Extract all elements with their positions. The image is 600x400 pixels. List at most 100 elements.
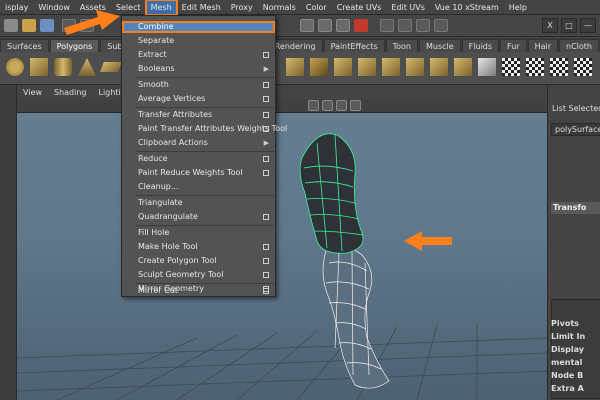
tab-toon[interactable]: Toon [385, 39, 418, 52]
menu-item-clipboard-actions[interactable]: Clipboard Actions ▶ [122, 137, 275, 149]
display-section[interactable]: Display [551, 344, 600, 356]
menu-display[interactable]: isplay [0, 0, 33, 15]
bridge-shelf-icon[interactable] [406, 58, 424, 76]
separate-shelf-icon[interactable] [310, 58, 328, 76]
combine-shelf-icon[interactable] [286, 58, 304, 76]
transform-section-header[interactable]: Transfo [551, 202, 600, 214]
menu-item-paint-transfer-weights[interactable]: Paint Transfer Attributes Weights Tool [122, 123, 287, 135]
option-box-icon[interactable] [263, 52, 269, 58]
minimize-icon[interactable]: — [580, 18, 596, 33]
open-scene-icon[interactable] [22, 19, 36, 32]
perspective-viewport[interactable] [17, 113, 547, 400]
option-box-icon[interactable] [263, 244, 269, 250]
menu-item-transfer-attributes[interactable]: Transfer Attributes [122, 109, 275, 121]
smooth-shelf-icon[interactable] [358, 58, 376, 76]
menu-item-reduce[interactable]: Reduce [122, 153, 275, 165]
menu-item-quadrangulate[interactable]: Quadrangulate [122, 211, 275, 223]
tab-painteffects[interactable]: PaintEffects [323, 39, 385, 52]
option-box-icon[interactable] [263, 258, 269, 264]
snap-curve-icon[interactable] [318, 19, 332, 32]
menu-edit-mesh[interactable]: Edit Mesh [177, 0, 226, 15]
menu-proxy[interactable]: Proxy [226, 0, 258, 15]
menu-item-sculpt-geometry-tool[interactable]: Sculpt Geometry Tool [122, 269, 275, 281]
menu-item-triangulate[interactable]: Triangulate [122, 197, 275, 209]
cylindrical-mapping-icon[interactable] [550, 58, 568, 76]
menu-item-smooth[interactable]: Smooth [122, 79, 275, 91]
menu-mesh[interactable]: Mesh [144, 0, 178, 16]
tab-muscle[interactable]: Muscle [418, 39, 461, 52]
menu-color[interactable]: Color [301, 0, 332, 15]
render-current-frame-icon[interactable] [398, 19, 412, 32]
node-behavior-section[interactable]: Node B [551, 370, 600, 382]
node-name-field[interactable]: polySurface1 [551, 123, 600, 136]
panel-menu-view[interactable]: View [17, 88, 48, 97]
tab-surfaces[interactable]: Surfaces [0, 39, 49, 52]
menu-item-make-hole-tool[interactable]: Make Hole Tool [122, 241, 275, 253]
history-icon[interactable] [380, 19, 394, 32]
split-polygon-icon[interactable] [454, 58, 472, 76]
channel-box-menu[interactable]: List Selected [552, 104, 600, 113]
tab-ncloth[interactable]: nCloth [559, 39, 599, 52]
extrude-shelf-icon[interactable] [382, 58, 400, 76]
poly-cone-icon[interactable] [78, 58, 96, 76]
menu-item-extract[interactable]: Extract [122, 49, 275, 61]
menu-vue-xstream[interactable]: Vue 10 xStream [430, 0, 504, 15]
menu-item-fill-hole[interactable]: Fill Hole [122, 227, 275, 239]
menu-item-cleanup[interactable]: Cleanup... [122, 181, 275, 193]
menu-help[interactable]: Help [504, 0, 532, 15]
wireframe-mode-icon[interactable] [322, 100, 333, 111]
option-box-icon[interactable] [263, 126, 269, 132]
new-scene-icon[interactable] [4, 19, 18, 32]
snap-point-icon[interactable] [336, 19, 350, 32]
mental-ray-section[interactable]: mental [551, 357, 600, 369]
option-box-icon[interactable] [263, 170, 269, 176]
checker-uv-icon[interactable] [502, 58, 520, 76]
extract-shelf-icon[interactable] [334, 58, 352, 76]
save-scene-icon[interactable] [40, 19, 54, 32]
xray-mode-icon[interactable] [336, 100, 347, 111]
spherical-mapping-icon[interactable] [574, 58, 592, 76]
menu-item-separate[interactable]: Separate [122, 35, 275, 47]
tab-hair[interactable]: Hair [527, 39, 559, 52]
planar-mapping-icon[interactable] [526, 58, 544, 76]
poly-cylinder-icon[interactable] [54, 58, 72, 76]
option-box-icon[interactable] [263, 82, 269, 88]
option-box-icon[interactable] [263, 156, 269, 162]
option-box-icon[interactable] [263, 112, 269, 118]
menu-item-create-polygon-tool[interactable]: Create Polygon Tool [122, 255, 275, 267]
append-polygon-icon[interactable] [430, 58, 448, 76]
option-box-icon[interactable] [263, 96, 269, 102]
ipr-render-icon[interactable] [416, 19, 430, 32]
poly-plane-icon[interactable] [100, 62, 122, 72]
menu-item-average-vertices[interactable]: Average Vertices [122, 93, 275, 105]
option-box-icon[interactable] [263, 286, 269, 292]
extra-attributes-section[interactable]: Extra A [551, 383, 600, 395]
menu-create-uvs[interactable]: Create UVs [332, 0, 387, 15]
menu-edit-uvs[interactable]: Edit UVs [386, 0, 430, 15]
render-settings-icon[interactable] [434, 19, 448, 32]
option-box-icon[interactable] [263, 214, 269, 220]
isolate-select-icon[interactable] [350, 100, 361, 111]
menu-item-booleans-label: Booleans [138, 64, 175, 73]
limit-info-section[interactable]: Limit In [551, 331, 600, 343]
pivots-section[interactable]: Pivots [551, 318, 600, 330]
menu-item-booleans[interactable]: Booleans ▶ [122, 63, 275, 75]
maximize-icon[interactable]: □ [561, 18, 577, 33]
menu-item-paint-reduce-weights[interactable]: Paint Reduce Weights Tool [122, 167, 275, 179]
tab-polygons[interactable]: Polygons [49, 39, 100, 52]
option-box-icon[interactable] [263, 272, 269, 278]
menu-item-combine[interactable]: Combine [122, 21, 275, 33]
shaded-mode-icon[interactable] [308, 100, 319, 111]
magnet-icon[interactable] [354, 19, 368, 32]
poly-sphere-icon[interactable] [6, 58, 24, 76]
snap-grid-icon[interactable] [300, 19, 314, 32]
menu-normals[interactable]: Normals [258, 0, 301, 15]
menu-item-mirror-geometry[interactable]: Mirror Geometry [122, 283, 275, 295]
tab-fur[interactable]: Fur [500, 39, 527, 52]
panel-menu-shading[interactable]: Shading [48, 88, 93, 97]
tab-fluids[interactable]: Fluids [461, 39, 500, 52]
panel-toggle-icons: X □ — [542, 18, 596, 33]
insert-edge-loop-icon[interactable] [478, 58, 496, 76]
close-icon[interactable]: X [542, 18, 558, 33]
poly-cube-icon[interactable] [30, 58, 48, 76]
